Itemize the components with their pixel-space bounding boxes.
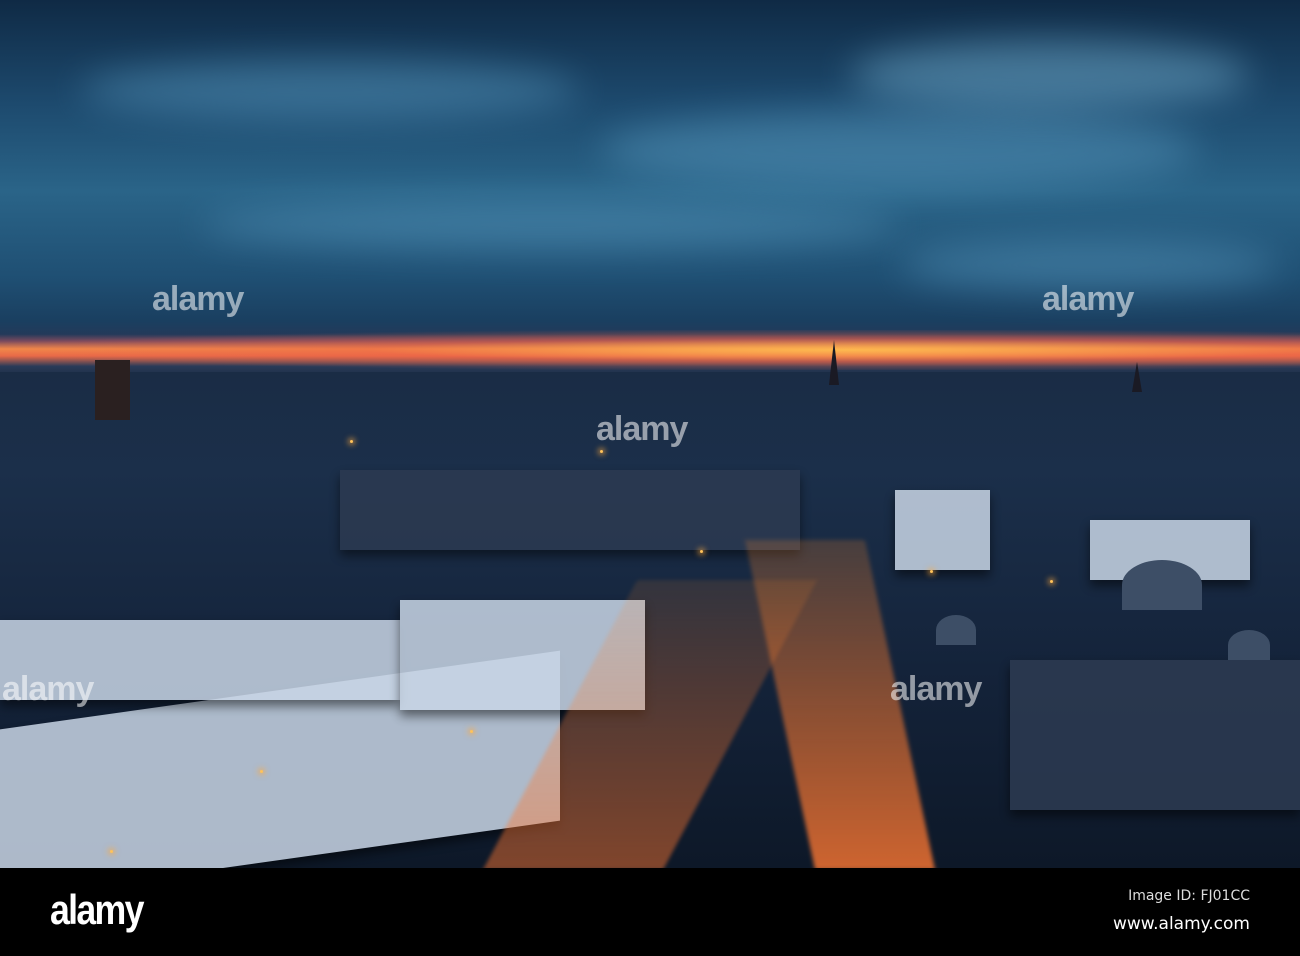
watermark: alamy: [890, 670, 982, 708]
tower-building: [95, 360, 130, 420]
footer-bar: alamy Image ID: FJ01CC www.alamy.com: [0, 868, 1300, 956]
window-light: [350, 440, 353, 443]
window-light: [600, 450, 603, 453]
cathedral-dome: [1122, 560, 1202, 610]
cloud: [80, 60, 580, 120]
cathedral-dome: [1228, 630, 1270, 660]
website-url: www.alamy.com: [1112, 914, 1250, 934]
watermark: alamy: [2, 670, 94, 708]
cathedral: [1010, 660, 1300, 810]
watermark: alamy: [1042, 280, 1134, 318]
building-row: [340, 470, 800, 550]
window-light: [110, 850, 113, 853]
cathedral-dome: [936, 615, 976, 645]
cloud: [850, 40, 1250, 110]
city-dusk-photo: alamy alamy alamy alamy alamy: [0, 0, 1300, 868]
window-light: [1050, 580, 1053, 583]
window-light: [260, 770, 263, 773]
image-id: Image ID: FJ01CC: [1128, 888, 1250, 904]
church-spire: [1132, 362, 1142, 392]
sunset-glow: [0, 330, 1300, 370]
alamy-logo: alamy: [50, 886, 144, 933]
snowy-building: [895, 490, 990, 570]
window-light: [700, 550, 703, 553]
stock-photo: alamy alamy alamy alamy alamy alamy Imag…: [0, 0, 1300, 956]
cloud: [600, 110, 1200, 190]
window-light: [470, 730, 473, 733]
watermark: alamy: [596, 410, 688, 448]
cloud: [200, 200, 900, 250]
church-spire: [829, 340, 839, 385]
watermark: alamy: [152, 280, 244, 318]
window-light: [930, 570, 933, 573]
